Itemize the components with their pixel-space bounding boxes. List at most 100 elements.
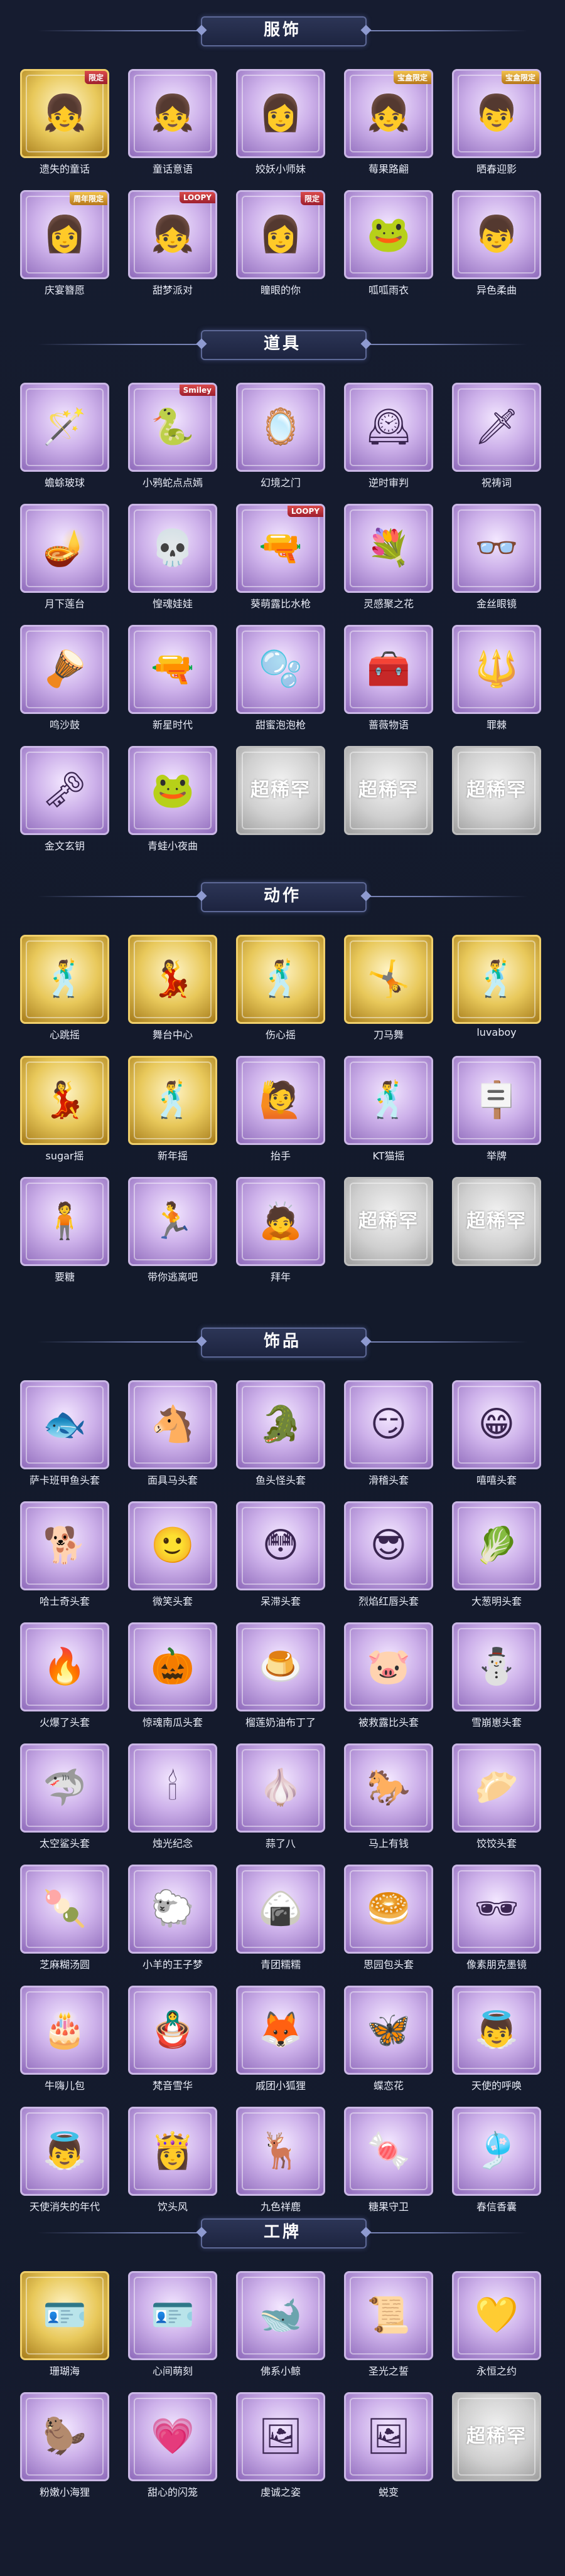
item-tile[interactable]: 👧 宝盒限定 莓果路翩 bbox=[342, 69, 436, 181]
item-tile[interactable]: 🦋 蝶恋花 bbox=[342, 1986, 436, 2097]
item-tile[interactable]: 🕺 伤心摇 bbox=[234, 935, 328, 1046]
candle-icon: 🕯 bbox=[168, 1767, 178, 1808]
placeholder-icon: 超稀罕 bbox=[466, 1210, 527, 1232]
item-tile[interactable]: 🙂 微笑头套 bbox=[126, 1501, 220, 1613]
item-tile[interactable]: 🥯 思园包头套 bbox=[342, 1865, 436, 1976]
empty-item-slot: 超稀罕 bbox=[449, 1177, 544, 1289]
item-tile[interactable]: 💛 永恒之约 bbox=[449, 2271, 544, 2383]
item-tile[interactable]: 🦈 太空鲨头套 bbox=[18, 1743, 112, 1855]
item-name: 青蛙小夜曲 bbox=[147, 840, 198, 852]
item-tile[interactable]: 🦊 戚团小狐狸 bbox=[234, 1986, 328, 2097]
item-tile[interactable]: 🪔 月下莲台 bbox=[18, 504, 112, 615]
item-tile[interactable]: 🥟 饺饺头套 bbox=[449, 1743, 544, 1855]
item-tile[interactable]: 🐷 被救露比头套 bbox=[342, 1622, 436, 1734]
item-tile[interactable]: 🔫 新星时代 bbox=[126, 625, 220, 737]
item-tile[interactable]: 🙋 抬手 bbox=[234, 1056, 328, 1168]
item-tile[interactable]: 🍡 芝麻糊汤圆 bbox=[18, 1865, 112, 1976]
item-tile[interactable]: 🎂 牛嗨儿包 bbox=[18, 1986, 112, 2097]
item-tile[interactable]: 😳 呆滞头套 bbox=[234, 1501, 328, 1613]
item-tile[interactable]: 💐 灵感聚之花 bbox=[342, 504, 436, 615]
stare-emoji-icon: 😳 bbox=[262, 1525, 299, 1566]
item-tile[interactable]: 🕺 luvaboy bbox=[449, 935, 544, 1046]
item-tile[interactable]: 💃 sugar摇 bbox=[18, 1056, 112, 1168]
item-tile[interactable]: 🐴 面具马头套 bbox=[126, 1380, 220, 1492]
item-tile[interactable]: 🪘 鸣沙鼓 bbox=[18, 625, 112, 737]
item-tile[interactable]: 👩 限定 瞳眼的你 bbox=[234, 190, 328, 302]
item-tile[interactable]: 🐸 青蛙小夜曲 bbox=[126, 746, 220, 858]
item-tile[interactable]: 👧 限定 遗失的童话 bbox=[18, 69, 112, 181]
item-tile[interactable]: 🔫 LOOPY 葵萌露比水枪 bbox=[234, 504, 328, 615]
item-tile[interactable]: 🧰 蔷薇物语 bbox=[342, 625, 436, 737]
item-tile[interactable]: 📜 圣光之誓 bbox=[342, 2271, 436, 2383]
item-card: 💀 bbox=[128, 504, 217, 593]
item-tile[interactable]: 🥬 大葱明头套 bbox=[449, 1501, 544, 1613]
bouquet-icon: 💐 bbox=[367, 528, 411, 568]
item-tile[interactable]: 🔥 火爆了头套 bbox=[18, 1622, 112, 1734]
item-name: 蝶恋花 bbox=[373, 2080, 404, 2092]
item-card: 🪘 bbox=[20, 625, 109, 714]
item-tile[interactable]: 🐊 鱼头怪头套 bbox=[234, 1380, 328, 1492]
item-tile[interactable]: 🪆 梵音雪华 bbox=[126, 1986, 220, 2097]
item-tile[interactable]: 🧍 要糖 bbox=[18, 1177, 112, 1289]
item-name: 面具马头套 bbox=[147, 1474, 198, 1486]
item-tile[interactable]: 🪪 心间萌刻 bbox=[126, 2271, 220, 2383]
item-tile[interactable]: 👼 天使的呼唤 bbox=[449, 1986, 544, 2097]
item-card: 🙂 bbox=[128, 1501, 217, 1590]
item-tile[interactable]: 🕯 烛光纪念 bbox=[126, 1743, 220, 1855]
item-tile[interactable]: 🗝 金文玄钥 bbox=[18, 746, 112, 858]
item-tile[interactable]: 🐑 小羊的王子梦 bbox=[126, 1865, 220, 1976]
item-tile[interactable]: 🕺 KT猫摇 bbox=[342, 1056, 436, 1168]
item-tile[interactable]: 🎃 惊魂南瓜头套 bbox=[126, 1622, 220, 1734]
item-tile[interactable]: 👧 LOOPY 甜梦派对 bbox=[126, 190, 220, 302]
item-card: 超稀罕 bbox=[344, 1177, 433, 1266]
item-tile[interactable]: 💀 惶魂娃娃 bbox=[126, 504, 220, 615]
item-tile[interactable]: 🐕 哈士奇头套 bbox=[18, 1501, 112, 1613]
item-tile[interactable]: 🐟 萨卡班甲鱼头套 bbox=[18, 1380, 112, 1492]
item-tile[interactable]: 🍮 榴莲奶油布丁了 bbox=[234, 1622, 328, 1734]
item-tile[interactable]: 😎 烈焰红唇头套 bbox=[342, 1501, 436, 1613]
item-tile[interactable]: 🕶 像素朋克墨镜 bbox=[449, 1865, 544, 1976]
item-card: 💃 bbox=[128, 935, 217, 1024]
item-tile[interactable]: 🧄 蒜了八 bbox=[234, 1743, 328, 1855]
item-tile[interactable]: 🐋 佛系小鲸 bbox=[234, 2271, 328, 2383]
item-tile[interactable]: 🐸 呱呱雨衣 bbox=[342, 190, 436, 302]
item-tile[interactable]: 👦 异色柔曲 bbox=[449, 190, 544, 302]
item-tile[interactable]: 🗡 祝祷词 bbox=[449, 383, 544, 494]
item-tile[interactable]: 👓 金丝眼镜 bbox=[449, 504, 544, 615]
item-tile[interactable]: 🍙 青团糯糯 bbox=[234, 1865, 328, 1976]
item-tile[interactable]: 🪧 举牌 bbox=[449, 1056, 544, 1168]
item-tile[interactable]: ⛄ 雪崩崽头套 bbox=[449, 1622, 544, 1734]
item-tile[interactable]: 🤸 刀马舞 bbox=[342, 935, 436, 1046]
item-name: 庆宴簪愿 bbox=[44, 284, 85, 296]
item-tile[interactable]: 🫧 甜蜜泡泡枪 bbox=[234, 625, 328, 737]
item-card: 🕺 bbox=[20, 935, 109, 1024]
item-card: 🪞 bbox=[236, 383, 325, 472]
item-tile[interactable]: 👦 宝盒限定 晒春迎影 bbox=[449, 69, 544, 181]
item-tile[interactable]: 🔱 罪棘 bbox=[449, 625, 544, 737]
item-tile[interactable]: 👩 姣妖小师妹 bbox=[234, 69, 328, 181]
bubble-gun-icon: 🫧 bbox=[259, 649, 303, 689]
item-tile[interactable]: 🖼 蜕变 bbox=[342, 2392, 436, 2504]
item-tile[interactable]: 👩 周年限定 庆宴簪愿 bbox=[18, 190, 112, 302]
item-tile[interactable]: 🐍 Smiley 小鸦蛇点点嫣 bbox=[126, 383, 220, 494]
item-tile[interactable]: 🐎 马上有钱 bbox=[342, 1743, 436, 1855]
item-tile[interactable]: 🦫 粉嫩小海狸 bbox=[18, 2392, 112, 2504]
item-tile[interactable]: 🏃 带你逃离吧 bbox=[126, 1177, 220, 1289]
item-tile[interactable]: 🕺 心跳摇 bbox=[18, 935, 112, 1046]
placeholder-icon: 超稀罕 bbox=[466, 779, 527, 801]
item-tile[interactable]: 🪞 幻境之门 bbox=[234, 383, 328, 494]
item-tile[interactable]: 🪪 珊瑚海 bbox=[18, 2271, 112, 2383]
item-tile[interactable]: 💗 甜心的闪笼 bbox=[126, 2392, 220, 2504]
item-name: 虔诚之姿 bbox=[260, 2486, 301, 2498]
item-tile[interactable]: 🙇 拜年 bbox=[234, 1177, 328, 1289]
item-tile[interactable]: 😁 嘻嘻头套 bbox=[449, 1380, 544, 1492]
item-tile[interactable]: 😏 滑稽头套 bbox=[342, 1380, 436, 1492]
item-tile[interactable]: 🕺 新年摇 bbox=[126, 1056, 220, 1168]
item-tile[interactable]: 🪄 蟾蜍玻球 bbox=[18, 383, 112, 494]
item-tile[interactable]: 👧 童话意语 bbox=[126, 69, 220, 181]
item-name: 新年摇 bbox=[157, 1150, 188, 1162]
item-card: 👓 bbox=[452, 504, 541, 593]
item-tile[interactable]: 💃 舞台中心 bbox=[126, 935, 220, 1046]
item-tile[interactable]: 🖼 虔诚之姿 bbox=[234, 2392, 328, 2504]
item-tile[interactable]: 🕰 逆时审判 bbox=[342, 383, 436, 494]
